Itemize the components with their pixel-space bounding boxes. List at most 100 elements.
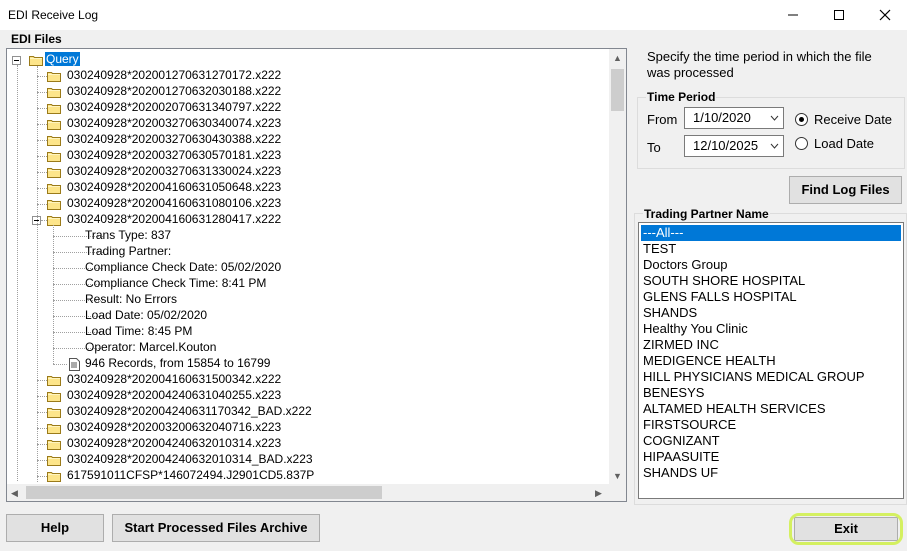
close-button[interactable] xyxy=(862,0,907,30)
to-date-value: 12/10/2025 xyxy=(693,138,759,153)
tree-file-item[interactable]: 030240928*202001270632030188.x222 xyxy=(67,84,281,98)
collapse-toggle[interactable] xyxy=(12,56,21,65)
tree-connector xyxy=(37,156,47,157)
tree-file-item[interactable]: 030240928*202004160631280417.x222 xyxy=(67,212,281,226)
open-folder-icon xyxy=(47,215,61,226)
trading-partner-item[interactable]: ---All--- xyxy=(641,225,901,241)
trading-partner-item[interactable]: SHANDS UF xyxy=(641,465,901,481)
tree-detail-item[interactable]: Load Time: 8:45 PM xyxy=(85,324,192,338)
tree-file-item[interactable]: 030240928*202001270631270172.x222 xyxy=(67,68,281,82)
folder-icon xyxy=(47,391,61,402)
title-bar: EDI Receive Log xyxy=(0,0,907,30)
minimize-button[interactable] xyxy=(770,0,816,30)
tree-file-item[interactable]: 030240928*202004240632010314_BAD.x223 xyxy=(67,452,313,466)
to-date-picker[interactable]: 12/10/2025 xyxy=(684,135,784,157)
scroll-right-arrow[interactable]: ▶ xyxy=(595,488,602,498)
vertical-scroll-thumb[interactable] xyxy=(611,69,624,111)
maximize-button[interactable] xyxy=(816,0,862,30)
receive-date-radio[interactable] xyxy=(795,113,808,126)
receive-date-label[interactable]: Receive Date xyxy=(814,112,892,127)
time-period-label: Time Period xyxy=(646,90,717,104)
load-date-radio[interactable] xyxy=(795,137,808,150)
trading-partner-item[interactable]: BENESYS xyxy=(641,385,901,401)
tree-connector xyxy=(17,65,18,481)
tree-file-item[interactable]: 030240928*202003270630340074.x223 xyxy=(67,116,281,130)
start-archive-button[interactable]: Start Processed Files Archive xyxy=(112,514,320,542)
trading-partner-item[interactable]: MEDIGENCE HEALTH xyxy=(641,353,901,369)
tree-detail-item[interactable]: Compliance Check Time: 8:41 PM xyxy=(85,276,266,290)
tree-connector xyxy=(37,76,47,77)
tree-connector xyxy=(37,204,47,205)
tree-connector xyxy=(37,428,47,429)
trading-partner-item[interactable]: SOUTH SHORE HOSPITAL xyxy=(641,273,901,289)
tree-file-item[interactable]: 030240928*202004160631500342.x222 xyxy=(67,372,281,386)
window-title: EDI Receive Log xyxy=(8,8,99,22)
tree-file-item[interactable]: 030240928*202004240632010314.x223 xyxy=(67,436,281,450)
tree-file-item[interactable]: 030240928*202003270630430388.x222 xyxy=(67,132,281,146)
folder-icon xyxy=(47,87,61,98)
edi-files-tree[interactable]: Query 030240928*202001270631270172.x222 03… xyxy=(6,48,627,502)
tree-detail-item[interactable]: Load Date: 05/02/2020 xyxy=(85,308,207,322)
folder-icon xyxy=(47,151,61,162)
tree-file-item[interactable]: 030240928*202002070631340797.x222 xyxy=(67,100,281,114)
scroll-down-arrow[interactable]: ▼ xyxy=(613,471,622,481)
tree-connector xyxy=(37,380,47,381)
folder-icon xyxy=(47,103,61,114)
trading-partner-item[interactable]: Healthy You Clinic xyxy=(641,321,901,337)
tree-connector xyxy=(37,396,47,397)
help-button[interactable]: Help xyxy=(6,514,104,542)
maximize-icon xyxy=(834,10,844,20)
tree-connector xyxy=(37,188,47,189)
tree-file-item[interactable]: 030240928*202003200632040716.x223 xyxy=(67,420,281,434)
chevron-down-icon xyxy=(770,115,779,121)
tree-connector xyxy=(37,444,47,445)
edi-files-label: EDI Files xyxy=(10,32,63,46)
trading-partner-item[interactable]: ZIRMED INC xyxy=(641,337,901,353)
trading-partner-list[interactable]: ---All--- TEST Doctors Group SOUTH SHORE HO… xyxy=(638,222,904,499)
folder-icon xyxy=(47,455,61,466)
trading-partner-item[interactable]: HILL PHYSICIANS MEDICAL GROUP xyxy=(641,369,901,385)
exit-highlight-ring xyxy=(789,513,903,545)
trading-partner-item[interactable]: TEST xyxy=(641,241,901,257)
tree-file-item[interactable]: 030240928*202004160631050648.x223 xyxy=(67,180,281,194)
horizontal-scrollbar[interactable]: ◀ ▶ xyxy=(7,484,609,501)
tree-connector xyxy=(37,140,47,141)
find-log-files-button[interactable]: Find Log Files xyxy=(789,176,902,204)
tree-records-item[interactable]: 946 Records, from 15854 to 16799 xyxy=(85,356,270,370)
tree-file-item[interactable]: 030240928*202004160631080106.x223 xyxy=(67,196,281,210)
close-icon xyxy=(879,9,891,21)
trading-partner-item[interactable]: HIPAASUITE xyxy=(641,449,901,465)
tree-detail-item[interactable]: Trading Partner: xyxy=(85,244,171,258)
folder-icon xyxy=(47,71,61,82)
tree-file-item[interactable]: 030240928*202003270631330024.x223 xyxy=(67,164,281,178)
folder-icon xyxy=(47,167,61,178)
tree-detail-item[interactable]: Result: No Errors xyxy=(85,292,177,306)
scroll-up-arrow[interactable]: ▲ xyxy=(613,53,622,63)
from-date-picker[interactable]: 1/10/2020 xyxy=(684,107,784,129)
tree-root-query[interactable]: Query xyxy=(45,52,80,66)
tree-file-item[interactable]: 030240928*202004240631040255.x223 xyxy=(67,388,281,402)
folder-icon xyxy=(47,423,61,434)
from-date-value: 1/10/2020 xyxy=(693,110,751,125)
tree-file-item[interactable]: 030240928*202003270630570181.x223 xyxy=(67,148,281,162)
trading-partner-item[interactable]: GLENS FALLS HOSPITAL xyxy=(641,289,901,305)
tree-detail-item[interactable]: Operator: Marcel.Kouton xyxy=(85,340,216,354)
load-date-label[interactable]: Load Date xyxy=(814,136,874,151)
trading-partner-item[interactable]: ALTAMED HEALTH SERVICES xyxy=(641,401,901,417)
tree-file-item[interactable]: 030240928*202004240631170342_BAD.x222 xyxy=(67,404,312,418)
folder-icon xyxy=(47,183,61,194)
horizontal-scroll-thumb[interactable] xyxy=(26,486,382,499)
trading-partner-item[interactable]: COGNIZANT xyxy=(641,433,901,449)
vertical-scrollbar[interactable]: ▲ ▼ xyxy=(609,49,626,485)
folder-icon xyxy=(47,439,61,450)
folder-icon xyxy=(47,375,61,386)
trading-partner-item[interactable]: SHANDS xyxy=(641,305,901,321)
tree-connector xyxy=(37,460,47,461)
scroll-left-arrow[interactable]: ◀ xyxy=(11,488,18,498)
trading-partner-item[interactable]: Doctors Group xyxy=(641,257,901,273)
tree-connector xyxy=(37,92,47,93)
tree-detail-item[interactable]: Trans Type: 837 xyxy=(85,228,171,242)
tree-file-item[interactable]: 617591011CFSP*146072494.J2901CD5.837P xyxy=(67,468,314,482)
trading-partner-item[interactable]: FIRSTSOURCE xyxy=(641,417,901,433)
tree-detail-item[interactable]: Compliance Check Date: 05/02/2020 xyxy=(85,260,281,274)
